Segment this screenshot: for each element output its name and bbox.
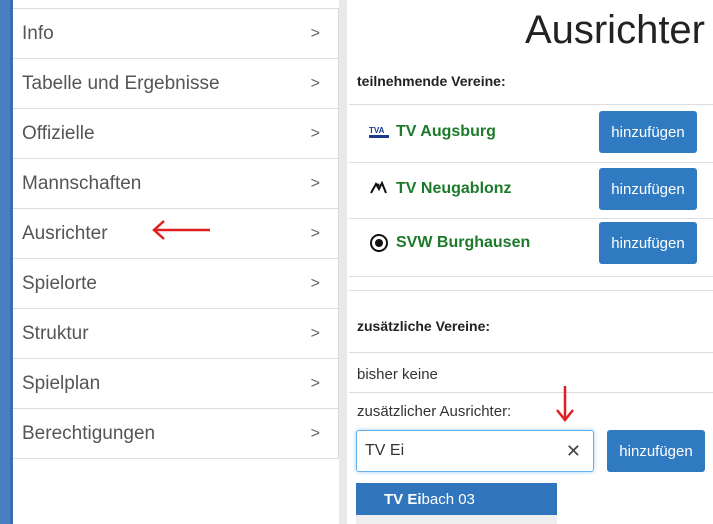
no-additional-clubs-text: bisher keine xyxy=(357,366,438,383)
divider xyxy=(349,276,713,277)
divider xyxy=(349,392,713,393)
sidebar-item-offizielle[interactable]: Offizielle > xyxy=(13,109,339,159)
sidebar-item-tabelle-und-ergebnisse[interactable]: Tabelle und Ergebnisse > xyxy=(13,59,339,109)
sidebar-item-label: Spielorte xyxy=(22,272,97,294)
additional-organizer-label: zusätzlicher Ausrichter: xyxy=(357,403,512,420)
chevron-right-icon: > xyxy=(310,174,320,192)
chevron-right-icon: > xyxy=(310,374,320,392)
sidebar-item-berechtigungen[interactable]: Berechtigungen > xyxy=(13,409,339,459)
club-row: TV Neugablonz hinzufügen xyxy=(349,162,713,216)
chevron-right-icon: > xyxy=(310,74,320,92)
club-name: SVW Burghausen xyxy=(396,234,531,251)
club-row: SVW Burghausen hinzufügen xyxy=(349,216,713,270)
divider xyxy=(349,352,713,353)
suggestion-text: TV Eibach 03 xyxy=(384,491,475,508)
window-left-edge xyxy=(0,0,10,524)
divider xyxy=(349,290,713,291)
clear-icon[interactable]: ✕ xyxy=(566,441,581,462)
svg-text:TVA: TVA xyxy=(369,126,385,135)
tv-neugablonz-logo-icon xyxy=(369,180,389,198)
club-name: TV Neugablonz xyxy=(396,180,512,197)
red-arrow-left-annotation-icon xyxy=(152,220,210,240)
add-organizer-button[interactable]: hinzufügen xyxy=(607,430,705,472)
suggestion-match: TV Ei xyxy=(384,490,422,508)
sidebar-item-spielplan[interactable]: Spielplan > xyxy=(13,359,339,409)
additional-clubs-heading: zusätzliche Vereine: xyxy=(357,318,491,334)
add-club-button[interactable]: hinzufügen xyxy=(599,111,697,153)
tv-augsburg-logo-icon: TVA xyxy=(369,123,389,141)
autocomplete-suggestion[interactable]: TV Eibach 03 xyxy=(356,483,557,515)
add-club-button[interactable]: hinzufügen xyxy=(599,222,697,264)
chevron-right-icon: > xyxy=(310,24,320,42)
suggestion-rest: bach 03 xyxy=(421,490,475,508)
sidebar-item-label: Berechtigungen xyxy=(22,422,156,444)
main-panel: Ausrichter teilnehmende Vereine: TVA TV … xyxy=(347,0,713,524)
column-divider xyxy=(339,0,347,524)
sidebar-item-info[interactable]: Info > xyxy=(13,9,339,59)
participating-clubs-heading: teilnehmende Vereine: xyxy=(357,73,506,89)
sidebar-item-label: Spielplan xyxy=(22,372,101,394)
sidebar-item-label: Offizielle xyxy=(22,122,95,144)
autocomplete-list-edge xyxy=(356,515,557,524)
svw-burghausen-logo-icon xyxy=(369,234,389,252)
sidebar-item-spielorte[interactable]: Spielorte > xyxy=(13,259,339,309)
sidebar-item-mannschaften[interactable]: Mannschaften > xyxy=(13,159,339,209)
club-search-field[interactable]: ✕ xyxy=(356,430,594,472)
club-search-input[interactable] xyxy=(363,441,557,461)
chevron-right-icon: > xyxy=(310,274,320,292)
sidebar-item-label: Mannschaften xyxy=(22,172,142,194)
chevron-right-icon: > xyxy=(310,224,320,242)
add-club-button[interactable]: hinzufügen xyxy=(599,168,697,210)
sidebar-item-label: Info xyxy=(22,22,54,44)
red-arrow-down-annotation-icon xyxy=(556,386,574,423)
chevron-right-icon: > xyxy=(310,424,320,442)
page-title: Ausrichter xyxy=(524,8,705,52)
club-row: TVA TV Augsburg hinzufügen xyxy=(349,105,713,159)
chevron-right-icon: > xyxy=(310,324,320,342)
sidebar-item-struktur[interactable]: Struktur > xyxy=(13,309,339,359)
sidebar-item-label: Struktur xyxy=(22,322,89,344)
sidebar-item-label: Ausrichter xyxy=(22,222,108,244)
sidebar-item-label: Tabelle und Ergebnisse xyxy=(22,72,220,94)
club-name: TV Augsburg xyxy=(396,123,496,140)
chevron-right-icon: > xyxy=(310,124,320,142)
